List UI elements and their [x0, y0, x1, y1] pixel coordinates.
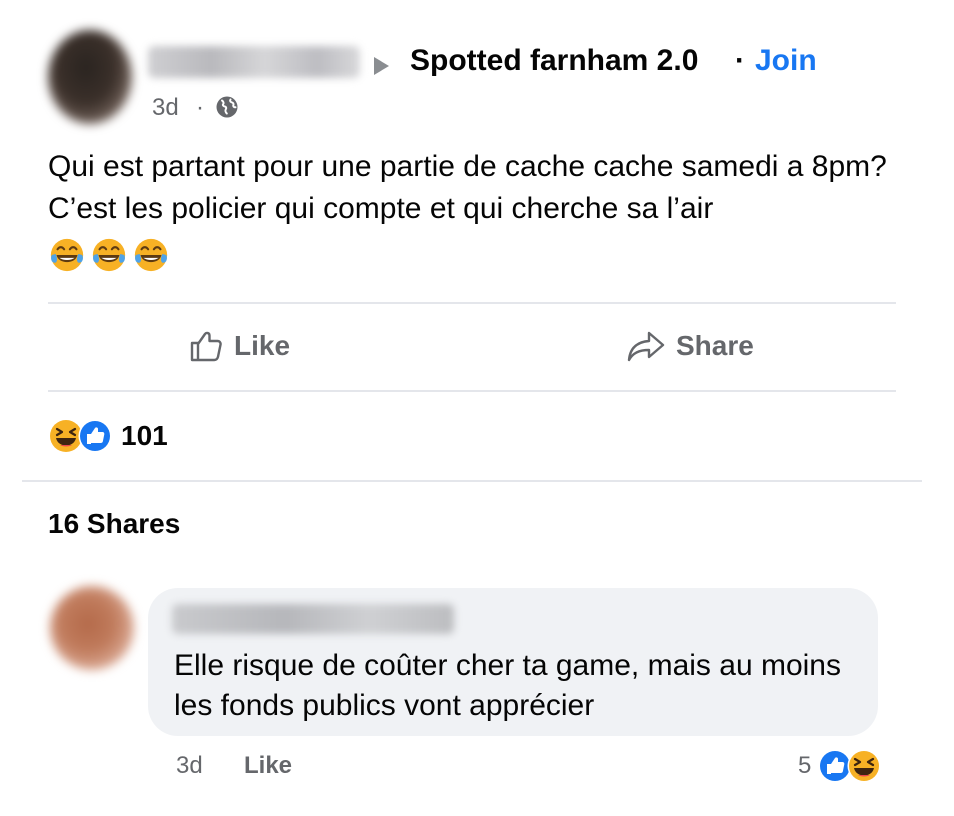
- reaction-summary[interactable]: 101: [48, 418, 168, 454]
- thumbs-up-icon: [190, 331, 222, 362]
- join-group-button[interactable]: Join: [755, 44, 817, 78]
- header-separator: ·: [735, 44, 745, 77]
- comment-reaction-count: 5: [798, 752, 812, 779]
- comment-like-button[interactable]: Like: [244, 752, 292, 780]
- author-avatar[interactable]: [48, 30, 132, 124]
- comment-text: Elle risque de coûter cher ta game, mais…: [174, 649, 841, 722]
- caret-right-icon: [374, 57, 389, 75]
- face-with-tears-of-joy-emoji: [134, 238, 168, 272]
- face-with-tears-of-joy-emoji: [92, 238, 126, 272]
- comment-timestamp[interactable]: 3d: [176, 752, 203, 780]
- commenter-avatar[interactable]: [50, 586, 134, 670]
- post-emoji-row: [48, 236, 174, 276]
- divider-middle: [48, 390, 896, 392]
- share-label: Share: [676, 330, 754, 361]
- divider-top: [48, 302, 896, 304]
- like-label: Like: [234, 330, 291, 361]
- share-arrow-icon: [627, 331, 665, 362]
- shares-count[interactable]: 16 Shares: [48, 508, 180, 540]
- comment-reactions[interactable]: 5: [798, 748, 882, 784]
- haha-reaction-icon: [847, 749, 881, 783]
- post-body-text: Qui est partant pour une partie de cache…: [48, 150, 887, 225]
- globe-icon: [216, 96, 238, 118]
- share-button[interactable]: Share: [626, 328, 754, 364]
- timestamp-separator: ·: [196, 94, 204, 121]
- like-reaction-icon: [78, 419, 112, 453]
- post-timestamp[interactable]: 3d: [152, 94, 179, 122]
- like-button[interactable]: Like: [188, 328, 290, 364]
- divider-section: [22, 480, 922, 482]
- group-name-link[interactable]: Spotted farnham 2.0: [410, 44, 698, 78]
- face-with-tears-of-joy-emoji: [50, 238, 84, 272]
- commenter-name-blurred[interactable]: [172, 604, 454, 634]
- author-name-blurred[interactable]: [148, 46, 360, 78]
- reaction-count: 101: [121, 420, 168, 451]
